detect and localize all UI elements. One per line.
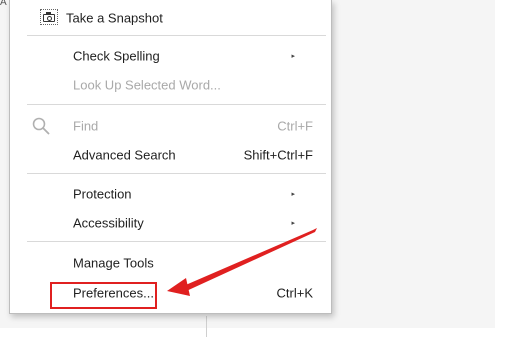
- menu-item-manage-tools[interactable]: Manage Tools: [10, 250, 331, 276]
- menu-separator: [27, 241, 326, 242]
- menu-item-protection[interactable]: Protection ▸: [10, 181, 331, 207]
- menu-item-label: Accessibility: [73, 215, 144, 231]
- menu-item-label: Find: [73, 118, 99, 134]
- background-divider: [206, 316, 207, 337]
- menu-item-label: Manage Tools: [73, 255, 154, 271]
- search-icon: [32, 117, 50, 135]
- menu-separator: [27, 104, 326, 105]
- background-text-stub: A: [0, 0, 7, 8]
- menu-item-label: Advanced Search: [73, 147, 176, 163]
- preferences-highlight-box: [50, 282, 157, 309]
- submenu-arrow-icon: ▸: [291, 220, 295, 227]
- menu-item-label: Look Up Selected Word...: [73, 77, 221, 93]
- menu-item-accessibility[interactable]: Accessibility ▸: [10, 210, 331, 236]
- menu-item-advanced-search[interactable]: Advanced Search Shift+Ctrl+F: [10, 142, 331, 168]
- menu-item-shortcut: Ctrl+K: [276, 285, 313, 301]
- menu-separator: [27, 35, 326, 36]
- menu-item-take-snapshot[interactable]: Take a Snapshot: [10, 5, 331, 31]
- menu-item-shortcut: Ctrl+F: [277, 118, 313, 134]
- menu-item-check-spelling[interactable]: Check Spelling ▸: [10, 43, 331, 69]
- menu-item-find: Find Ctrl+F: [10, 113, 331, 139]
- menu-separator: [27, 173, 326, 174]
- submenu-arrow-icon: ▸: [291, 191, 295, 198]
- menu-item-look-up-word: Look Up Selected Word...: [10, 72, 331, 98]
- menu-item-shortcut: Shift+Ctrl+F: [243, 147, 313, 163]
- submenu-arrow-icon: ▸: [291, 53, 295, 60]
- menu-item-label: Take a Snapshot: [66, 10, 163, 26]
- camera-icon: [40, 9, 58, 25]
- menu-item-label: Check Spelling: [73, 48, 160, 64]
- menu-item-label: Protection: [73, 186, 132, 202]
- context-menu: Take a Snapshot Check Spelling ▸ Look Up…: [9, 0, 332, 314]
